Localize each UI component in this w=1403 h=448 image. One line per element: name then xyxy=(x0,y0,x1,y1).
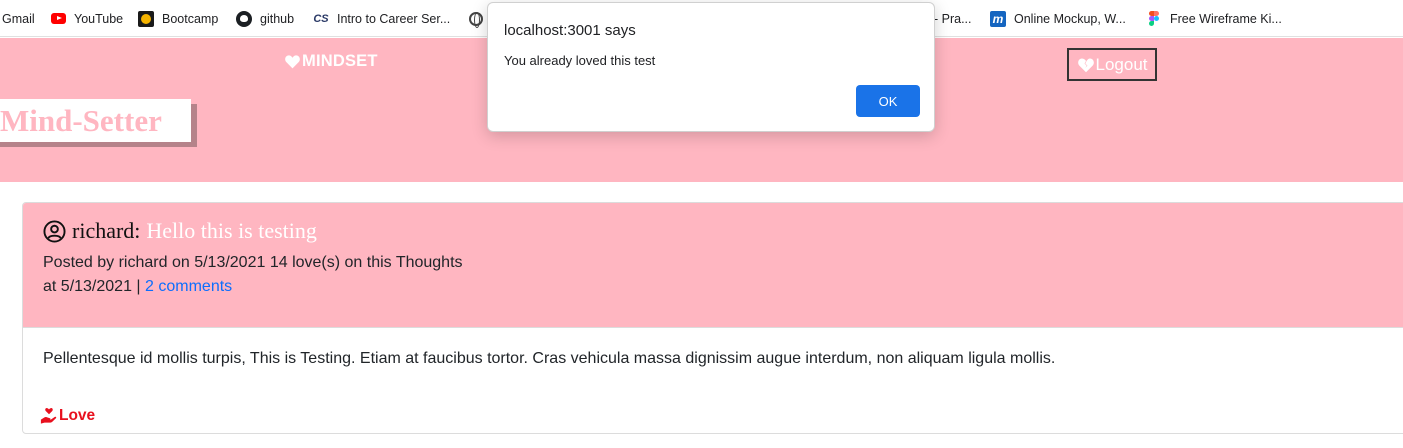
broken-heart-icon xyxy=(1077,57,1094,72)
post-username: richard: xyxy=(72,218,141,243)
cs-icon: CS xyxy=(313,12,329,25)
love-label: Love xyxy=(59,407,96,424)
user-circle-icon xyxy=(43,219,66,243)
bookmark-label: - Pra... xyxy=(934,11,972,26)
bookmark-github[interactable]: github xyxy=(236,0,294,37)
site-title-box: Mind-Setter xyxy=(0,99,197,147)
github-icon xyxy=(236,10,252,27)
bookmark-label: Gmail xyxy=(2,11,35,26)
dialog-message: You already loved this test xyxy=(504,53,656,68)
thought-title: Hello this is testing xyxy=(146,218,317,243)
logout-button[interactable]: Logout xyxy=(1067,48,1157,81)
card-title: richard: Hello this is testing xyxy=(43,217,1401,245)
bookmark-youtube[interactable]: YouTube xyxy=(50,0,123,37)
bookmark-moqups[interactable]: m Online Mockup, W... xyxy=(990,0,1126,37)
bookmark-figma[interactable]: Free Wireframe Ki... xyxy=(1146,0,1282,37)
youtube-icon xyxy=(50,11,66,27)
brand-label: MINDSET xyxy=(302,52,378,70)
figma-icon xyxy=(1146,10,1162,27)
comments-link[interactable]: 2 comments xyxy=(145,278,232,295)
bookmark-label: github xyxy=(260,11,295,26)
globe-icon xyxy=(468,11,484,28)
brand-link[interactable]: MINDSET xyxy=(284,52,378,71)
bookmark-practice[interactable]: - Pra... xyxy=(934,0,972,37)
post-body: Pellentesque id mollis turpis, This is T… xyxy=(43,350,1056,367)
bookmark-label: Free Wireframe Ki... xyxy=(1170,11,1282,26)
card-header: richard: Hello this is testing Posted by… xyxy=(23,203,1403,328)
post-meta-line1: Posted by richard on 5/13/2021 14 love(s… xyxy=(43,254,463,271)
post-meta: Posted by richard on 5/13/2021 14 love(s… xyxy=(43,251,1401,299)
hand-heart-icon xyxy=(40,408,57,424)
bookmark-label: YouTube xyxy=(74,11,124,26)
bookmark-bootcamp[interactable]: Bootcamp xyxy=(138,0,218,37)
bookmark-label: Online Mockup, W... xyxy=(1014,11,1126,26)
bookmark-label: Bootcamp xyxy=(162,11,219,26)
love-button[interactable]: Love xyxy=(40,407,95,425)
moqups-icon: m xyxy=(990,10,1006,27)
ok-button[interactable]: OK xyxy=(856,85,920,117)
thought-card: richard: Hello this is testing Posted by… xyxy=(22,202,1403,434)
bookmark-intro-career[interactable]: CS Intro to Career Ser... xyxy=(313,0,450,37)
bookmark-label: Intro to Career Ser... xyxy=(337,11,451,26)
heart-icon xyxy=(285,55,300,69)
post-meta-line2: at 5/13/2021 | 2 comments xyxy=(43,275,1401,299)
dialog-origin: localhost:3001 says xyxy=(504,22,636,39)
logout-label: Logout xyxy=(1095,54,1148,74)
post-date: at 5/13/2021 | xyxy=(43,278,146,295)
bookmark-gmail[interactable]: Gmail xyxy=(2,0,35,37)
site-title: Mind-Setter xyxy=(0,99,191,142)
bootcamp-icon xyxy=(138,10,154,27)
alert-dialog: localhost:3001 says You already loved th… xyxy=(487,2,935,132)
